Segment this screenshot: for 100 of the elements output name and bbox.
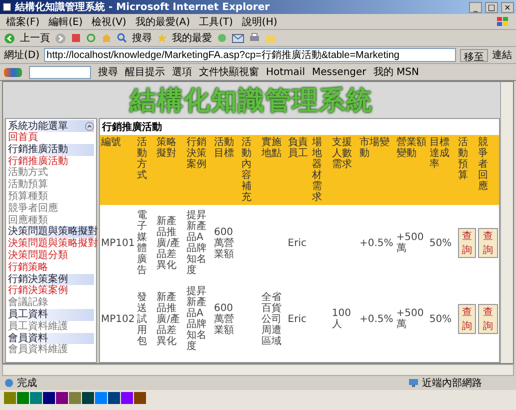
color-swatch[interactable] — [95, 392, 107, 404]
sidebar-item[interactable]: 行銷策略 — [8, 262, 94, 274]
column-header: 策略擬對 — [156, 135, 186, 205]
msn-toolbar-item[interactable]: 醒目提示 — [125, 65, 165, 79]
page-icon — [4, 378, 14, 388]
msn-toolbar-item[interactable]: Messenger — [312, 66, 366, 78]
sidebar-item[interactable]: 預算種類 — [8, 190, 94, 203]
search-button[interactable]: 搜尋 — [132, 31, 152, 45]
sidebar-item[interactable]: 回應種類 — [8, 214, 94, 226]
msn-toolbar-item[interactable]: 我的 MSN — [373, 65, 419, 79]
color-swatch[interactable] — [17, 392, 29, 404]
intranet-icon — [408, 378, 419, 388]
sidebar-item[interactable]: 活動預算 — [8, 179, 94, 191]
color-swatch[interactable] — [30, 392, 42, 404]
color-swatch[interactable] — [121, 392, 133, 404]
color-swatch[interactable] — [56, 392, 68, 404]
sidebar-item[interactable]: 會員資料維護 — [8, 344, 94, 356]
table-cell: MP102 — [101, 314, 135, 324]
collapse-icon[interactable] — [85, 122, 94, 130]
column-header: 編號 — [100, 135, 136, 205]
msn-toolbar-item[interactable]: 文件快顯視窗 — [199, 65, 259, 79]
column-header: 目標達成率 — [428, 135, 458, 205]
menu-item[interactable]: 工具(T) — [199, 14, 233, 28]
table-cell: 600萬營業額 — [214, 302, 234, 336]
forward-arrow-icon[interactable] — [55, 32, 66, 44]
msn-toolbar-item[interactable]: 搜尋 — [98, 65, 118, 79]
search-icon[interactable] — [117, 33, 127, 43]
sidebar-section[interactable]: 會員資料 — [8, 332, 94, 344]
query-button[interactable]: 查詢 — [458, 304, 476, 334]
sidebar-item[interactable]: 決策問題分類 — [8, 250, 94, 262]
column-header: 營業額變動 — [395, 135, 428, 205]
column-header: 市場變動 — [358, 135, 396, 205]
go-button[interactable]: 移至 — [460, 48, 488, 62]
back-arrow-icon[interactable] — [4, 32, 15, 44]
window-control[interactable]: _ — [469, 2, 482, 12]
status-text: 完成 — [17, 376, 37, 390]
table-cell: 提昇新產品A品牌知名度 — [186, 286, 206, 352]
query-button[interactable]: 查詢 — [458, 228, 476, 258]
column-header: 負責員工 — [286, 135, 311, 205]
vertical-scrollbar[interactable] — [500, 82, 513, 363]
sidebar-title: 系統功能選單 — [8, 120, 68, 132]
table-cell: 發送試用包 — [136, 292, 147, 346]
sidebar-section[interactable]: 員工資料 — [8, 308, 94, 321]
stop-icon[interactable] — [71, 33, 81, 43]
sidebar-item[interactable]: 員工資料維護 — [8, 320, 94, 333]
sidebar-section[interactable]: 行銷決策案例 — [8, 274, 94, 286]
menu-item[interactable]: 檔案(F) — [6, 14, 40, 28]
sidebar-item[interactable]: 行銷推廣活動 — [8, 156, 94, 168]
menu-item[interactable]: 我的最愛(A) — [135, 14, 190, 28]
sidebar-item[interactable]: 活動方式 — [8, 167, 94, 180]
menu-item[interactable]: 說明(H) — [242, 14, 278, 28]
horizontal-scrollbar[interactable] — [2, 364, 514, 376]
color-swatch[interactable] — [4, 392, 16, 404]
sidebar-section[interactable]: 行銷推廣活動 — [8, 144, 94, 156]
table-cell: 600萬營業額 — [214, 226, 234, 260]
mail-icon[interactable] — [232, 34, 244, 42]
folder-icon[interactable] — [265, 34, 276, 42]
table-cell: 100人 — [332, 308, 351, 330]
window-control[interactable]: □ — [485, 2, 498, 12]
sidebar-item[interactable]: 回首頁 — [8, 132, 94, 144]
table-cell: 電子媒體廣告 — [136, 210, 147, 276]
table-cell: 新產品推廣/產品差異化 — [156, 216, 180, 270]
column-header: 競爭者回應 — [477, 135, 499, 205]
table-cell: +500萬 — [396, 232, 424, 254]
printer-icon[interactable] — [249, 33, 260, 43]
color-swatch[interactable] — [108, 392, 120, 404]
home-icon[interactable] — [101, 33, 112, 43]
table-cell: 50% — [429, 238, 452, 248]
column-header: 行銷決策案例 — [185, 135, 213, 205]
query-button[interactable]: 查詢 — [478, 304, 498, 334]
sidebar-item[interactable]: 行銷決策案例 — [8, 285, 94, 298]
table-cell: Eric — [288, 314, 307, 324]
msn-toolbar-item[interactable]: 選項 — [172, 65, 192, 79]
menu-item[interactable]: 檢視(V) — [92, 14, 126, 28]
menu-item[interactable]: 編輯(E) — [48, 14, 83, 28]
column-header: 活動目標 — [212, 135, 240, 205]
address-label: 網址(D) — [4, 48, 40, 62]
table-title: 行銷推廣活動 — [100, 120, 163, 135]
favorites-button[interactable]: 我的最愛 — [172, 31, 212, 45]
address-field[interactable]: http://localhost/knowledge/MarketingFA.asp?cp=行銷推廣活動&table=Marketing — [44, 48, 456, 62]
links-label[interactable]: 連結 — [492, 48, 512, 62]
table-cell: MP101 — [101, 238, 135, 248]
sidebar-item[interactable]: 競爭者回應 — [8, 202, 94, 215]
table-cell: Eric — [288, 238, 307, 248]
sidebar-item[interactable]: 會議記錄 — [8, 297, 94, 309]
msn-toolbar-item[interactable]: Hotmail — [266, 66, 305, 78]
column-header: 支援人數需求 — [330, 135, 359, 205]
color-swatch[interactable] — [43, 392, 55, 404]
column-header: 場地器材需求 — [310, 135, 331, 205]
column-header: 實施地點 — [260, 135, 287, 205]
window-control[interactable]: × — [501, 2, 514, 12]
msn-search-field[interactable] — [29, 66, 91, 78]
color-swatch[interactable] — [82, 392, 94, 404]
table-cell: 新產品推廣/產品差異化 — [156, 292, 180, 346]
color-swatch[interactable] — [134, 392, 146, 404]
back-button[interactable]: 上一頁 — [20, 31, 50, 45]
query-button[interactable]: 查詢 — [478, 228, 498, 258]
color-swatch[interactable] — [69, 392, 81, 404]
star-icon[interactable] — [157, 33, 167, 43]
banner-title: 結構化知識管理系統 — [130, 84, 373, 118]
